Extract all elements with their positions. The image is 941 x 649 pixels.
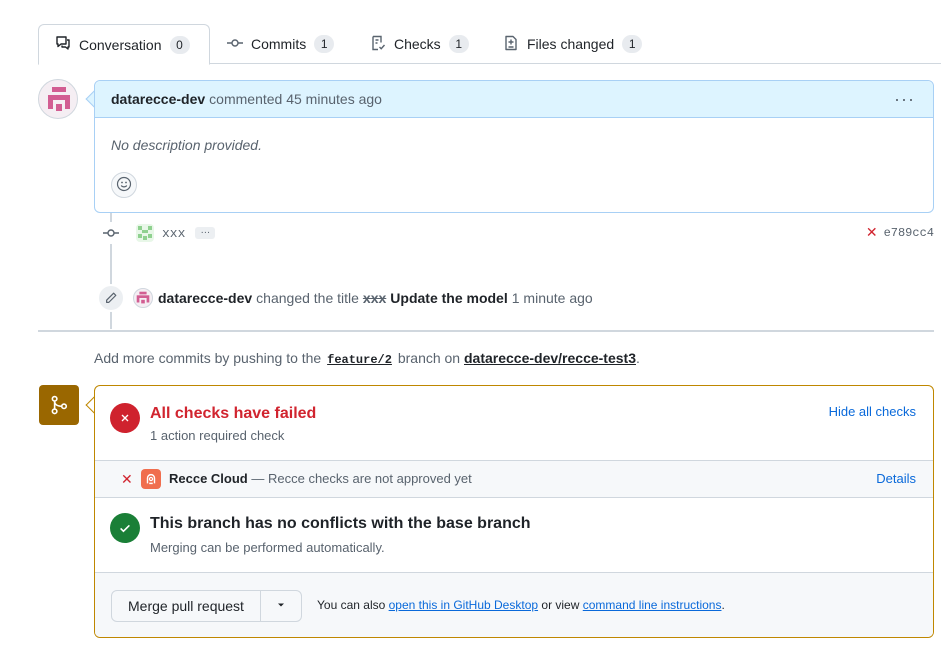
tab-files-changed[interactable]: Files changed 1	[487, 24, 658, 64]
event-timestamp[interactable]: 1 minute ago	[512, 290, 593, 306]
tab-count: 1	[448, 35, 469, 53]
commit-sha-link[interactable]: e789cc4	[884, 226, 934, 240]
smiley-icon	[116, 176, 132, 195]
command-line-instructions-link[interactable]: command line instructions	[583, 598, 722, 612]
merge-alternatives-text: You can also open this in GitHub Desktop…	[317, 598, 725, 612]
file-diff-icon	[503, 35, 519, 54]
commit-list-item: xxx … ✕ e789cc4	[100, 222, 934, 244]
checks-subtitle: 1 action required check	[150, 428, 285, 443]
x-icon[interactable]: ✕	[866, 225, 878, 241]
repo-link[interactable]: datarecce-dev/recce-test3	[464, 350, 636, 366]
recce-cloud-logo	[141, 469, 161, 489]
comment-body: No description provided.	[111, 137, 262, 153]
alt-text: or view	[541, 598, 580, 612]
tab-label: Conversation	[79, 36, 162, 53]
actor-link[interactable]: datarecce-dev	[158, 290, 252, 306]
x-icon: ✕	[121, 471, 133, 487]
commit-message-link[interactable]: xxx	[162, 226, 185, 241]
git-merge-icon	[39, 385, 79, 425]
old-title: xxx	[362, 290, 387, 306]
tab-label: Files changed	[527, 36, 615, 52]
merge-actions: Merge pull request You can also open thi…	[95, 573, 933, 637]
conflict-title: This branch has no conflicts with the ba…	[150, 515, 531, 532]
alt-text: .	[721, 598, 725, 612]
tab-checks[interactable]: Checks 1	[354, 24, 485, 64]
comment-header: datarecce-dev commented 45 minutes ago	[95, 81, 933, 118]
add-reaction-button[interactable]	[111, 172, 137, 198]
event-action: changed the title	[256, 290, 359, 306]
check-run-row: ✕ Recce Cloud — Recce checks are not app…	[95, 461, 933, 498]
tab-conversation[interactable]: Conversation 0	[38, 24, 210, 65]
kebab-horizontal-icon[interactable]: ···	[894, 89, 915, 110]
pr-tabs: Conversation 0 Commits 1 Checks 1 Files …	[38, 24, 941, 65]
check-run-label: Recce Cloud — Recce checks are not appro…	[169, 471, 472, 486]
tab-count: 1	[314, 35, 335, 53]
conflict-subtitle: Merging can be performed automatically.	[150, 540, 385, 555]
branch-name[interactable]: feature/2	[325, 353, 394, 367]
tab-count: 1	[622, 35, 643, 53]
open-in-desktop-link[interactable]: open this in GitHub Desktop	[389, 598, 538, 612]
comment-author[interactable]: datarecce-dev	[111, 91, 205, 107]
comment-discussion-icon	[55, 35, 71, 54]
x-circle-icon	[110, 403, 140, 433]
commit-author-avatar[interactable]	[136, 224, 154, 242]
checks-summary: All checks have failed 1 action required…	[95, 386, 933, 461]
timeline-divider	[38, 330, 934, 332]
actor-avatar[interactable]	[133, 288, 153, 308]
check-details-link[interactable]: Details	[876, 471, 916, 486]
pencil-icon	[97, 284, 125, 312]
alt-text: You can also	[317, 598, 386, 612]
check-run-name: Recce Cloud	[169, 471, 248, 486]
conflict-status: This branch has no conflicts with the ba…	[95, 498, 933, 573]
git-commit-icon	[227, 35, 243, 54]
pr-description-comment: datarecce-dev commented 45 minutes ago ·…	[94, 80, 934, 213]
check-circle-icon	[110, 513, 140, 543]
new-title: Update the model	[390, 290, 508, 306]
hint-text: Add more commits by pushing to the	[94, 350, 322, 366]
checklist-icon	[370, 35, 386, 54]
commit-status: ✕ e789cc4	[866, 225, 934, 241]
git-commit-icon	[100, 222, 122, 244]
merge-button-group: Merge pull request	[111, 590, 302, 622]
merge-box: All checks have failed 1 action required…	[94, 385, 934, 638]
triangle-down-icon	[275, 598, 287, 614]
tab-commits[interactable]: Commits 1	[211, 24, 350, 64]
tab-count: 0	[169, 35, 190, 54]
rename-event: datarecce-dev changed the title xxx Upda…	[97, 284, 593, 312]
comment-timestamp[interactable]: commented 45 minutes ago	[209, 91, 382, 107]
check-run-description: — Recce checks are not approved yet	[251, 471, 472, 486]
push-hint: Add more commits by pushing to the featu…	[94, 350, 640, 367]
merge-method-dropdown[interactable]	[261, 591, 301, 621]
hint-text: branch on	[397, 350, 461, 366]
hide-all-checks-link[interactable]: Hide all checks	[829, 404, 916, 419]
avatar[interactable]	[38, 79, 78, 119]
hint-text: .	[636, 350, 640, 366]
tab-label: Checks	[394, 36, 441, 52]
tab-label: Commits	[251, 36, 307, 52]
merge-pull-request-button[interactable]: Merge pull request	[112, 591, 261, 621]
expand-commit-button[interactable]: …	[195, 226, 216, 239]
checks-title: All checks have failed	[150, 405, 317, 422]
